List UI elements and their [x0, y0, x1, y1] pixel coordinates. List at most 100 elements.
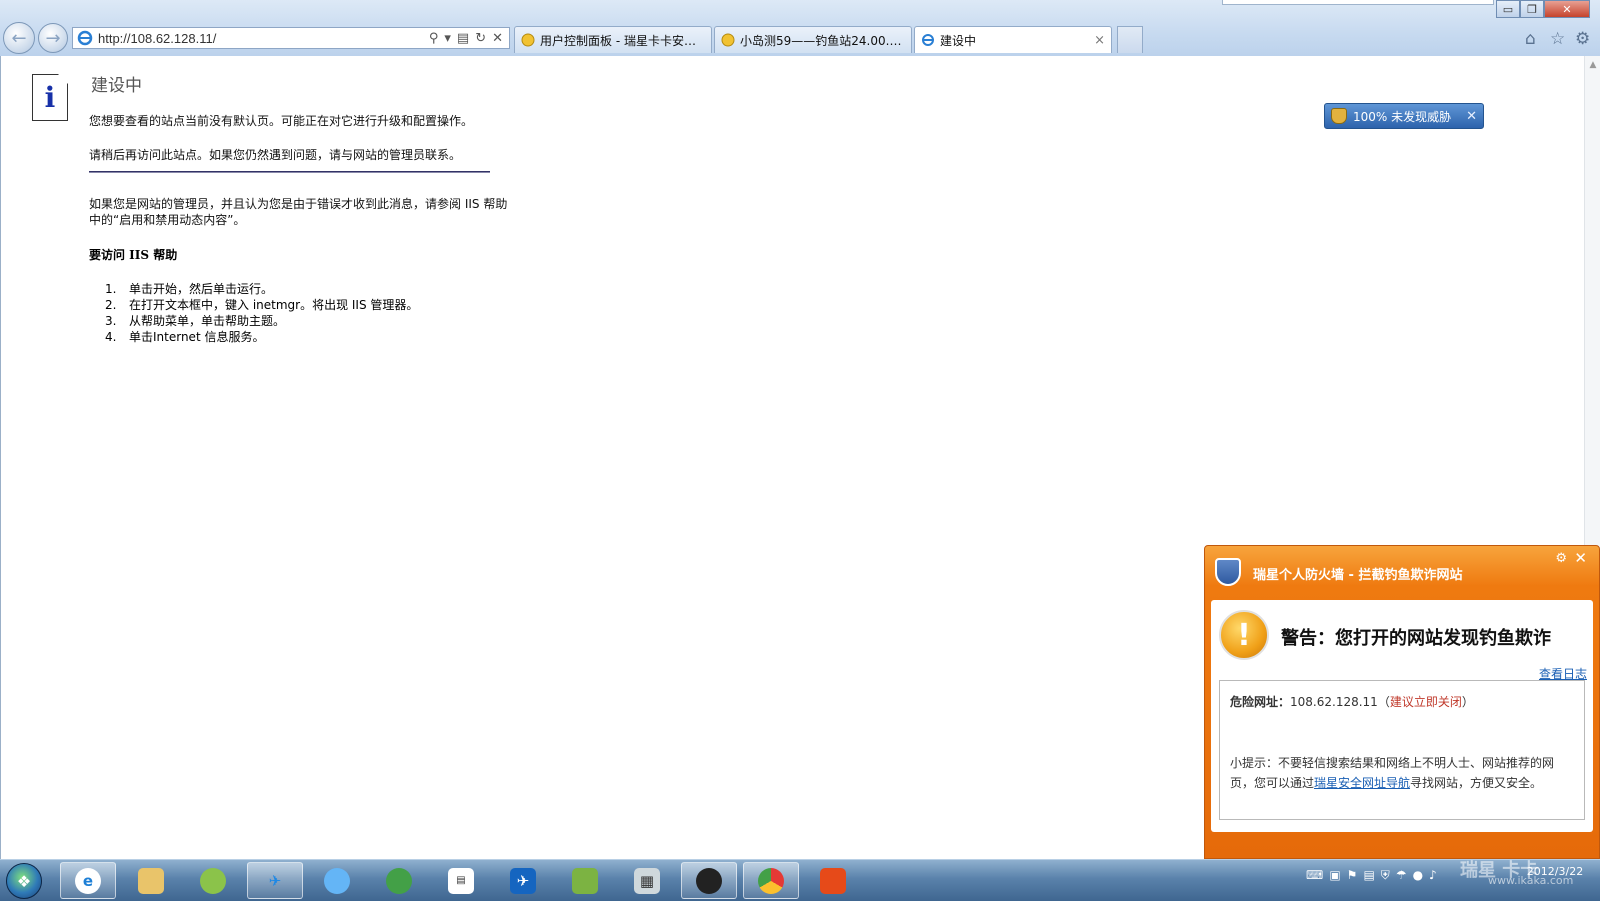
taskbar-app-button[interactable] — [309, 862, 365, 899]
refresh-icon[interactable]: ↻ — [475, 31, 486, 46]
browser-toolbar: ← → http://108.62.128.11/ ⚲ ▾ ▤ ↻ ✕ 用户控制… — [0, 0, 1600, 57]
clock[interactable]: 2012/3/22 — [1512, 864, 1598, 880]
help-steps-list: 1. 单击开始，然后单击运行。 2. 在打开文本框中，键入 inetmgr。将出现 … — [105, 281, 418, 345]
windows-logo-icon: ❖ — [16, 871, 32, 891]
new-tab-button[interactable] — [1117, 26, 1143, 53]
close-icon[interactable]: ✕ — [1466, 109, 1477, 124]
taskbar-app-button[interactable] — [371, 862, 427, 899]
url-text[interactable]: http://108.62.128.11/ — [98, 31, 429, 46]
start-button[interactable]: ❖ — [6, 863, 42, 899]
sublime-icon — [820, 867, 846, 894]
back-button[interactable]: ← — [3, 22, 35, 54]
shield-icon — [572, 867, 598, 894]
threat-status-text: 100% 未发现威胁 — [1353, 109, 1452, 124]
tab-control-panel[interactable]: 用户控制面板 - 瑞星卡卡安全... — [514, 26, 712, 53]
list-item: 2. 在打开文本框中，键入 inetmgr。将出现 IIS 管理器。 — [105, 298, 419, 312]
detail-box: 危险网址：108.62.128.11（建议立即关闭） 小提示：不要轻信搜索结果和… — [1219, 680, 1585, 820]
gear-icon[interactable]: ⚙ — [1575, 29, 1590, 49]
notification-strip — [1222, 0, 1494, 5]
safe-nav-link[interactable]: 瑞星安全网址导航 — [1314, 776, 1410, 790]
danger-url-label: 危险网址： — [1230, 695, 1291, 709]
list-item: 1. 单击开始，然后单击运行。 — [105, 282, 274, 296]
taskbar-plane-button[interactable]: ✈ — [247, 862, 303, 899]
list-item: 4. 单击Internet 信息服务。 — [105, 330, 265, 344]
tab-label: 用户控制面板 - 瑞星卡卡安全... — [540, 33, 705, 48]
address-bar[interactable]: http://108.62.128.11/ ⚲ ▾ ▤ ↻ ✕ — [72, 27, 510, 49]
close-window-button[interactable]: ✕ — [1544, 0, 1590, 18]
plane-icon: ✈ — [268, 871, 282, 890]
taskbar-app-button[interactable]: ✈ — [495, 862, 551, 899]
document-icon: ▤ — [448, 867, 474, 894]
forward-button[interactable]: → — [38, 23, 68, 53]
calculator-icon: ▦ — [634, 867, 660, 894]
page-title: 建设中 — [91, 76, 142, 96]
gear-icon[interactable]: ⚙ — [1555, 551, 1567, 566]
ie-page-icon — [922, 34, 934, 46]
penguin-icon — [696, 867, 722, 894]
system-tray: ⌨ ▣ ⚑ ▤ ⛨ ☂ ● ♪ — [1306, 868, 1437, 883]
threat-status-badge[interactable]: 100% 未发现威胁 ✕ — [1324, 103, 1484, 129]
tab-favicon-icon — [721, 33, 735, 47]
danger-advice: 建议立即关闭 — [1389, 695, 1462, 709]
danger-url-value: 108.62.128.11 — [1290, 695, 1378, 709]
compat-view-icon[interactable]: ▤ — [457, 31, 469, 46]
taskbar-app-button[interactable] — [805, 862, 861, 899]
taskbar-qq-button[interactable] — [681, 862, 737, 899]
app-tray-icon[interactable]: ▣ — [1329, 868, 1340, 883]
taskbar: ❖ e ✈ ▤ ✈ ▦ ⌨ ▣ ⚑ ▤ ⛨ ☂ ● ♪ 瑞星 卡卡 www.ik… — [0, 859, 1600, 901]
close-icon[interactable]: ✕ — [1574, 549, 1587, 567]
arrow-right-icon: → — [45, 27, 61, 49]
paragraph-no-default-page: 您想要查看的站点当前没有默认页。可能正在对它进行升级和配置操作。 — [89, 114, 474, 128]
scroll-up-arrow-icon[interactable]: ▲ — [1585, 56, 1600, 70]
keyboard-icon[interactable]: ⌨ — [1306, 868, 1323, 883]
phishing-warning-popup: 瑞星个人防火墙 - 拦截钓鱼欺诈网站 ⚙ ✕ ! 警告：您打开的网站发现钓鱼欺诈… — [1204, 545, 1600, 859]
arrow-left-icon: ← — [11, 27, 27, 49]
popup-body: ! 警告：您打开的网站发现钓鱼欺诈 查看日志 危险网址：108.62.128.1… — [1211, 600, 1593, 832]
warning-title: 警告：您打开的网站发现钓鱼欺诈 — [1281, 628, 1551, 649]
tab-label: 小岛测59——钓鱼站24.00.03.... — [740, 33, 905, 48]
stop-icon[interactable]: ✕ — [492, 31, 503, 46]
flag-icon[interactable]: ⚑ — [1347, 868, 1358, 883]
ie-icon: e — [75, 867, 101, 894]
tip-text: 小提示：不要轻信搜索结果和网络上不明人士、网站推荐的网页，您可以通过瑞星安全网址… — [1230, 756, 1555, 790]
shield-icon — [1331, 108, 1347, 124]
favorites-star-icon[interactable]: ☆ — [1550, 29, 1565, 49]
taskbar-app-button[interactable] — [557, 862, 613, 899]
popup-title: 瑞星个人防火墙 - 拦截钓鱼欺诈网站 — [1253, 568, 1463, 583]
volume-icon[interactable]: ♪ — [1429, 868, 1437, 883]
taskbar-calculator-button[interactable]: ▦ — [619, 862, 675, 899]
dropdown-arrow-icon[interactable]: ▾ — [444, 31, 451, 46]
tab-favicon-icon — [521, 33, 535, 47]
info-icon: i — [32, 74, 68, 121]
umbrella-icon[interactable]: ☂ — [1396, 868, 1407, 883]
taskbar-app-button[interactable] — [185, 862, 241, 899]
danger-url-line: 危险网址：108.62.128.11（建议立即关闭） — [1230, 695, 1474, 709]
search-icon[interactable]: ⚲ — [429, 31, 439, 46]
help-heading: 要访问 IIS 帮助 — [89, 248, 178, 262]
taskbar-app-button[interactable]: ▤ — [433, 862, 489, 899]
folder-icon — [138, 867, 164, 894]
shield-icon[interactable]: ⛨ — [1381, 868, 1390, 883]
globe-icon — [200, 867, 226, 894]
plane-icon: ✈ — [510, 867, 536, 894]
tab-close-icon[interactable]: × — [1094, 33, 1105, 48]
restore-button[interactable]: ❐ — [1520, 0, 1544, 18]
minimize-button[interactable]: ▭ — [1496, 0, 1520, 18]
tab-phishing-test[interactable]: 小岛测59——钓鱼站24.00.03.... — [714, 26, 912, 53]
network-icon[interactable]: ▤ — [1363, 868, 1374, 883]
warning-icon: ! — [1219, 610, 1269, 660]
ie-page-icon — [77, 30, 93, 46]
shield-icon — [1215, 558, 1241, 586]
paragraph-admin-note: 如果您是网站的管理员，并且认为您是由于错误才收到此消息，请参阅 IIS 帮助中的… — [89, 197, 508, 227]
download-globe-icon — [386, 867, 412, 894]
taskbar-chrome-button[interactable] — [743, 862, 799, 899]
taskbar-ie-button[interactable]: e — [60, 862, 116, 899]
chat-bubble-icon — [324, 867, 350, 894]
home-icon[interactable]: ⌂ — [1525, 29, 1536, 49]
chrome-icon — [758, 867, 784, 894]
taskbar-explorer-button[interactable] — [123, 862, 179, 899]
list-item: 3. 从帮助菜单，单击帮助主题。 — [105, 314, 286, 328]
window-controls: ▭ ❐ ✕ — [1496, 0, 1590, 19]
qq-tray-icon[interactable]: ● — [1413, 868, 1423, 883]
tab-under-construction[interactable]: 建设中 × — [914, 26, 1112, 53]
